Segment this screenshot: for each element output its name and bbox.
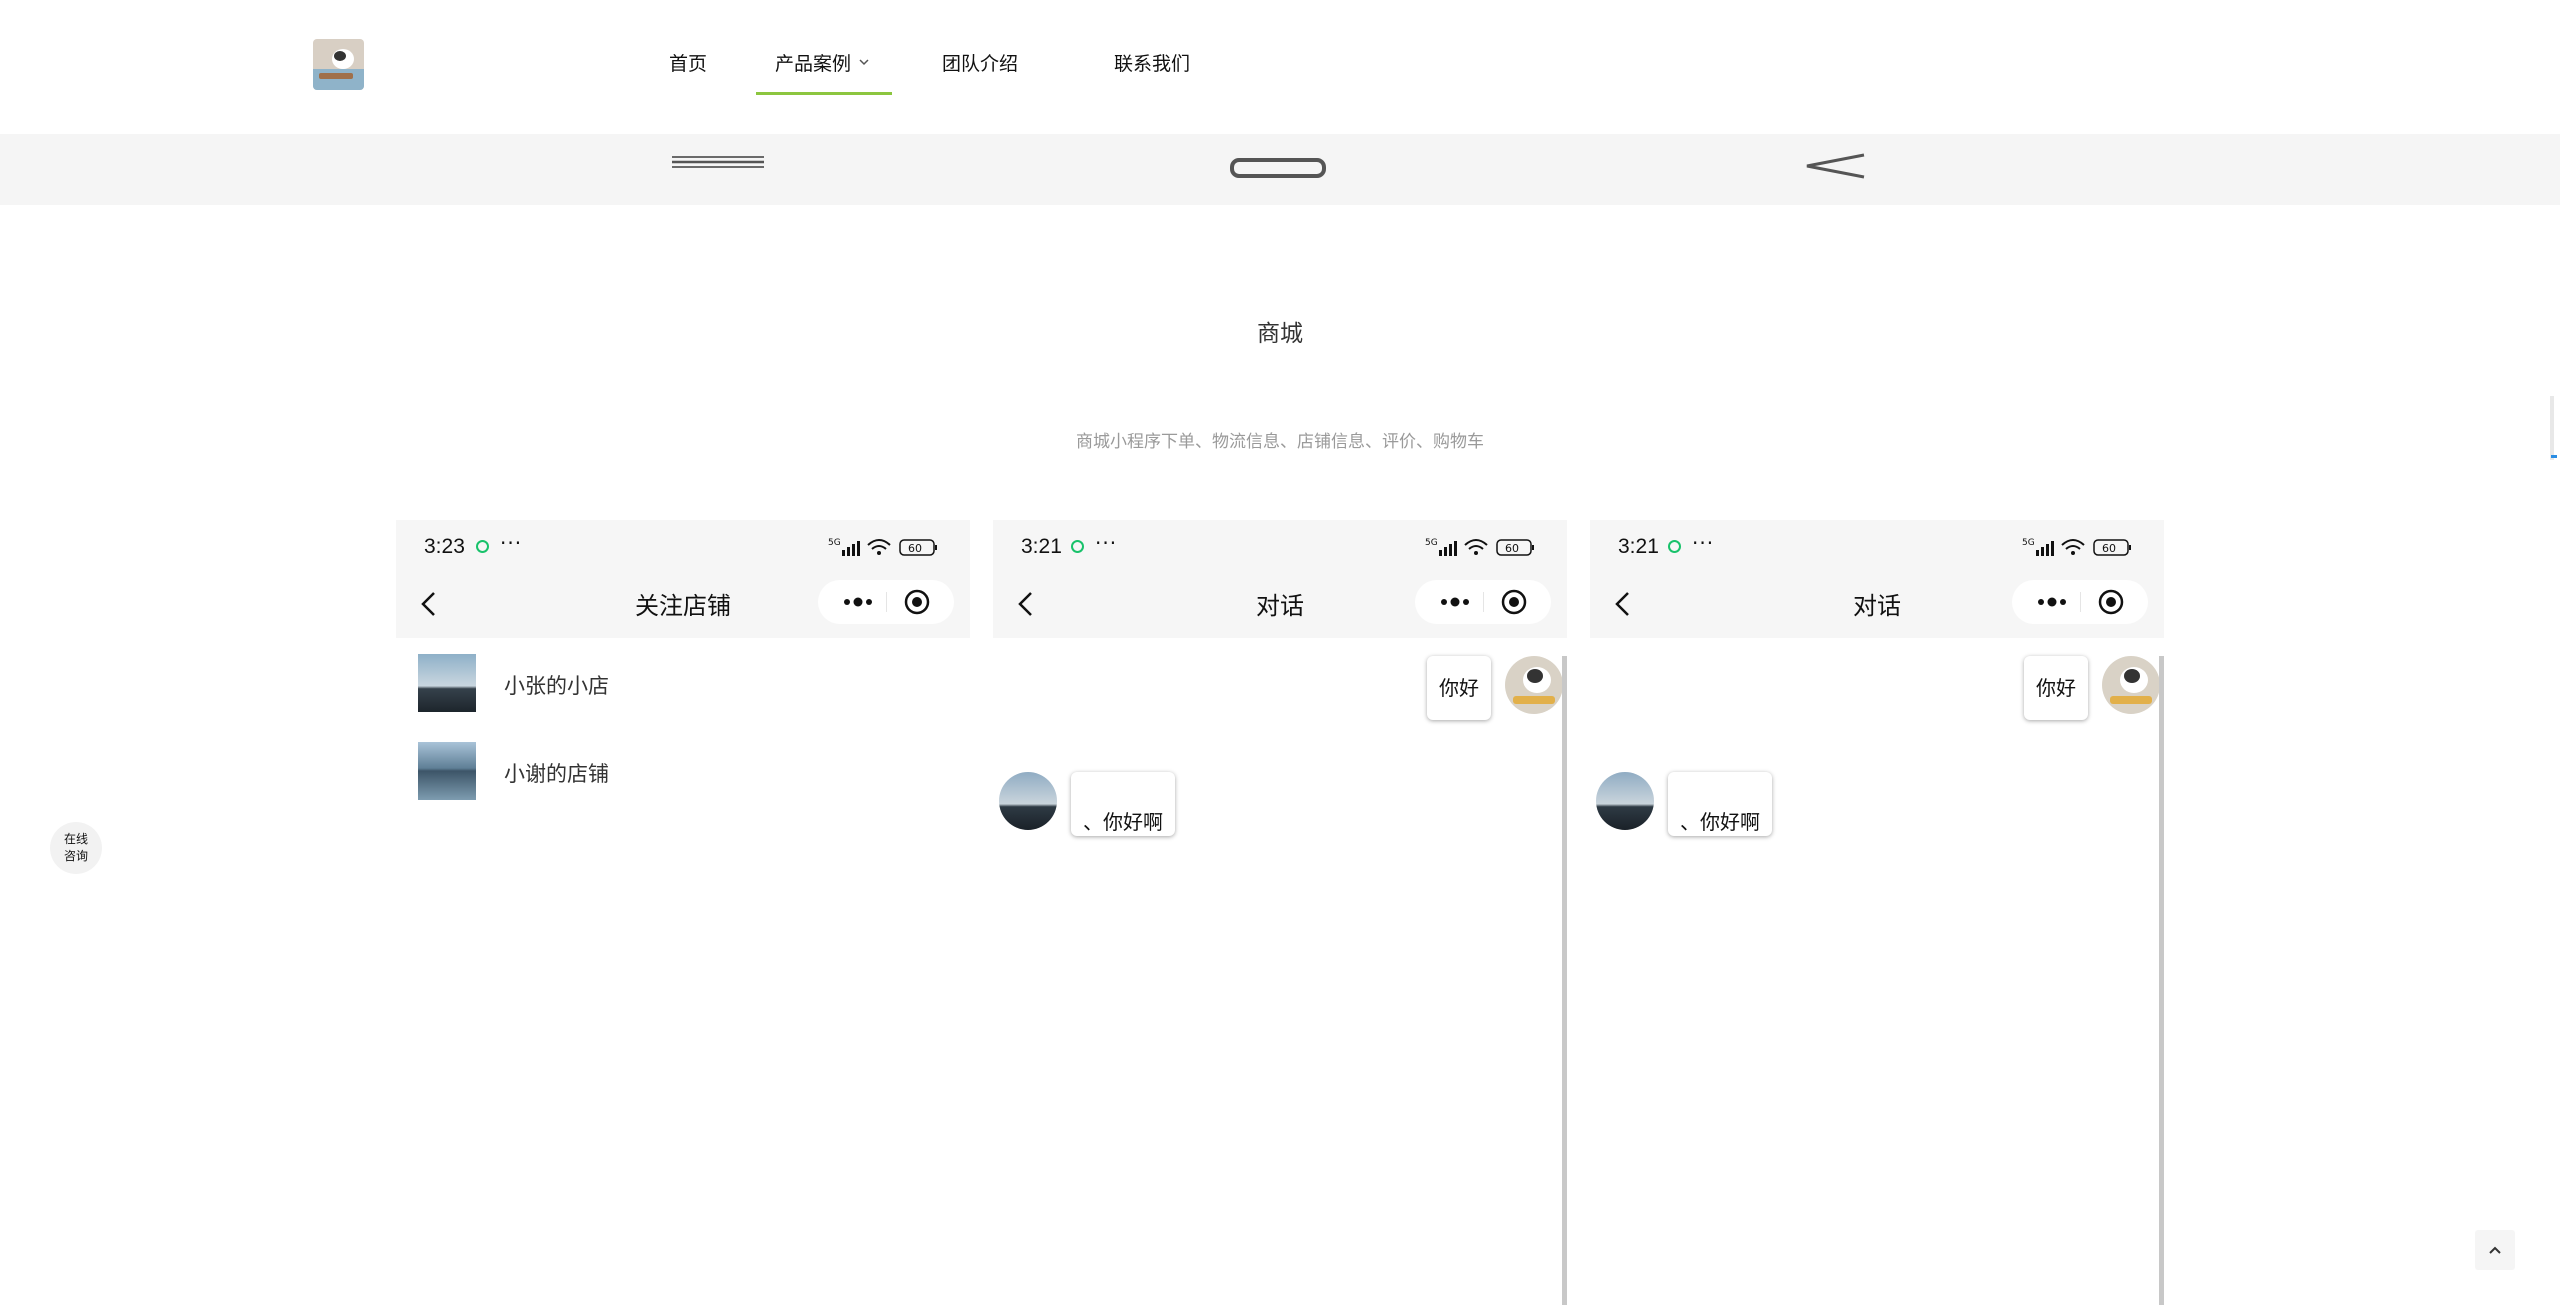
shop-thumbnail	[418, 654, 476, 712]
capsule-divider	[886, 592, 887, 612]
page-scrollbar[interactable]	[2550, 396, 2554, 460]
site-header: 首页 产品案例 团队介绍 联系我们	[0, 0, 2560, 132]
scroll-indicator	[2551, 455, 2557, 458]
contact-avatar	[1596, 772, 1654, 830]
my-avatar	[2102, 656, 2160, 714]
signal-type: 5G	[1425, 538, 1438, 548]
back-to-top-button[interactable]	[2475, 1230, 2515, 1270]
close-target-icon[interactable]	[1501, 589, 1527, 615]
battery-level: 60	[908, 542, 922, 555]
site-logo[interactable]	[313, 39, 364, 90]
chat-scrollbar[interactable]	[1562, 656, 1567, 1305]
miniprogram-capsule	[2012, 580, 2148, 624]
more-dots-icon[interactable]	[1437, 591, 1473, 613]
status-more-dots: ···	[1095, 531, 1118, 555]
message-bubble-received: 、你好啊	[1071, 772, 1175, 836]
chevron-up-icon	[2489, 1246, 2501, 1254]
message-bubble-sent: 你好	[2024, 656, 2088, 720]
menu-lines-icon	[672, 156, 764, 168]
phone-nav-band	[0, 134, 2560, 205]
status-signal-wifi-battery-icon: 5G 60	[1425, 538, 1534, 556]
battery-level: 60	[1505, 542, 1519, 555]
wechat-status-icon	[476, 540, 489, 553]
phone-top-bar: 3:23 ··· 5G 60 关注店铺	[396, 520, 970, 638]
phone-top-bar: 3:21 ··· 5G 60 对话	[993, 520, 1567, 638]
close-target-icon[interactable]	[2098, 589, 2124, 615]
nav-product-cases[interactable]: 产品案例	[775, 52, 851, 76]
nav-contact[interactable]: 联系我们	[1114, 52, 1190, 76]
battery-level: 60	[2102, 542, 2116, 555]
status-more-dots: ···	[500, 531, 523, 555]
status-time: 3:23	[424, 535, 465, 558]
wechat-status-icon	[1071, 540, 1084, 553]
rounded-rect-home-icon	[1230, 158, 1326, 178]
more-dots-icon[interactable]	[2034, 591, 2070, 613]
status-signal-wifi-battery-icon: 5G 60	[828, 538, 937, 556]
signal-type: 5G	[828, 538, 841, 548]
phone-mockup-chat: 3:21 ··· 5G 60 对话 你好 、你好啊	[1590, 520, 2164, 1305]
chevron-down-icon	[859, 59, 869, 66]
signal-type: 5G	[2022, 538, 2035, 548]
message-bubble-sent: 你好	[1427, 656, 1491, 720]
online-consult-button[interactable]: 在线 咨询	[50, 822, 102, 874]
back-angle-icon	[1806, 153, 1865, 179]
section-subtitle: 商城小程序下单、物流信息、店铺信息、评价、购物车	[1076, 432, 1484, 452]
shop-name: 小张的小店	[504, 674, 609, 698]
section-title: 商城	[1257, 321, 1303, 347]
shop-thumbnail	[418, 742, 476, 800]
miniprogram-capsule	[818, 580, 954, 624]
status-more-dots: ···	[1692, 531, 1715, 555]
status-time: 3:21	[1021, 535, 1062, 558]
list-item[interactable]: 小张的小店	[418, 654, 938, 714]
capsule-divider	[2080, 592, 2081, 612]
contact-avatar	[999, 772, 1057, 830]
close-target-icon[interactable]	[904, 589, 930, 615]
wechat-status-icon	[1668, 540, 1681, 553]
consult-label-line2: 咨询	[63, 849, 88, 863]
nav-team[interactable]: 团队介绍	[942, 52, 1018, 76]
miniprogram-capsule	[1415, 580, 1551, 624]
nav-active-indicator	[756, 92, 892, 95]
phone-mockup-follow-shops: 3:23 ··· 5G 60 关注店铺 小张的小店 小谢的店铺	[396, 520, 970, 1305]
phone-top-bar: 3:21 ··· 5G 60 对话	[1590, 520, 2164, 638]
more-dots-icon[interactable]	[840, 591, 876, 613]
nav-home[interactable]: 首页	[669, 52, 707, 76]
consult-label-line1: 在线	[63, 832, 88, 846]
my-avatar	[1505, 656, 1563, 714]
message-bubble-received: 、你好啊	[1668, 772, 1772, 836]
status-signal-wifi-battery-icon: 5G 60	[2022, 538, 2131, 556]
status-time: 3:21	[1618, 535, 1659, 558]
list-item[interactable]: 小谢的店铺	[418, 742, 938, 802]
capsule-divider	[1483, 592, 1484, 612]
chat-scrollbar[interactable]	[2159, 656, 2164, 1305]
shop-name: 小谢的店铺	[504, 762, 609, 786]
phone-mockup-chat: 3:21 ··· 5G 60 对话 你好 、你好啊	[993, 520, 1567, 1305]
